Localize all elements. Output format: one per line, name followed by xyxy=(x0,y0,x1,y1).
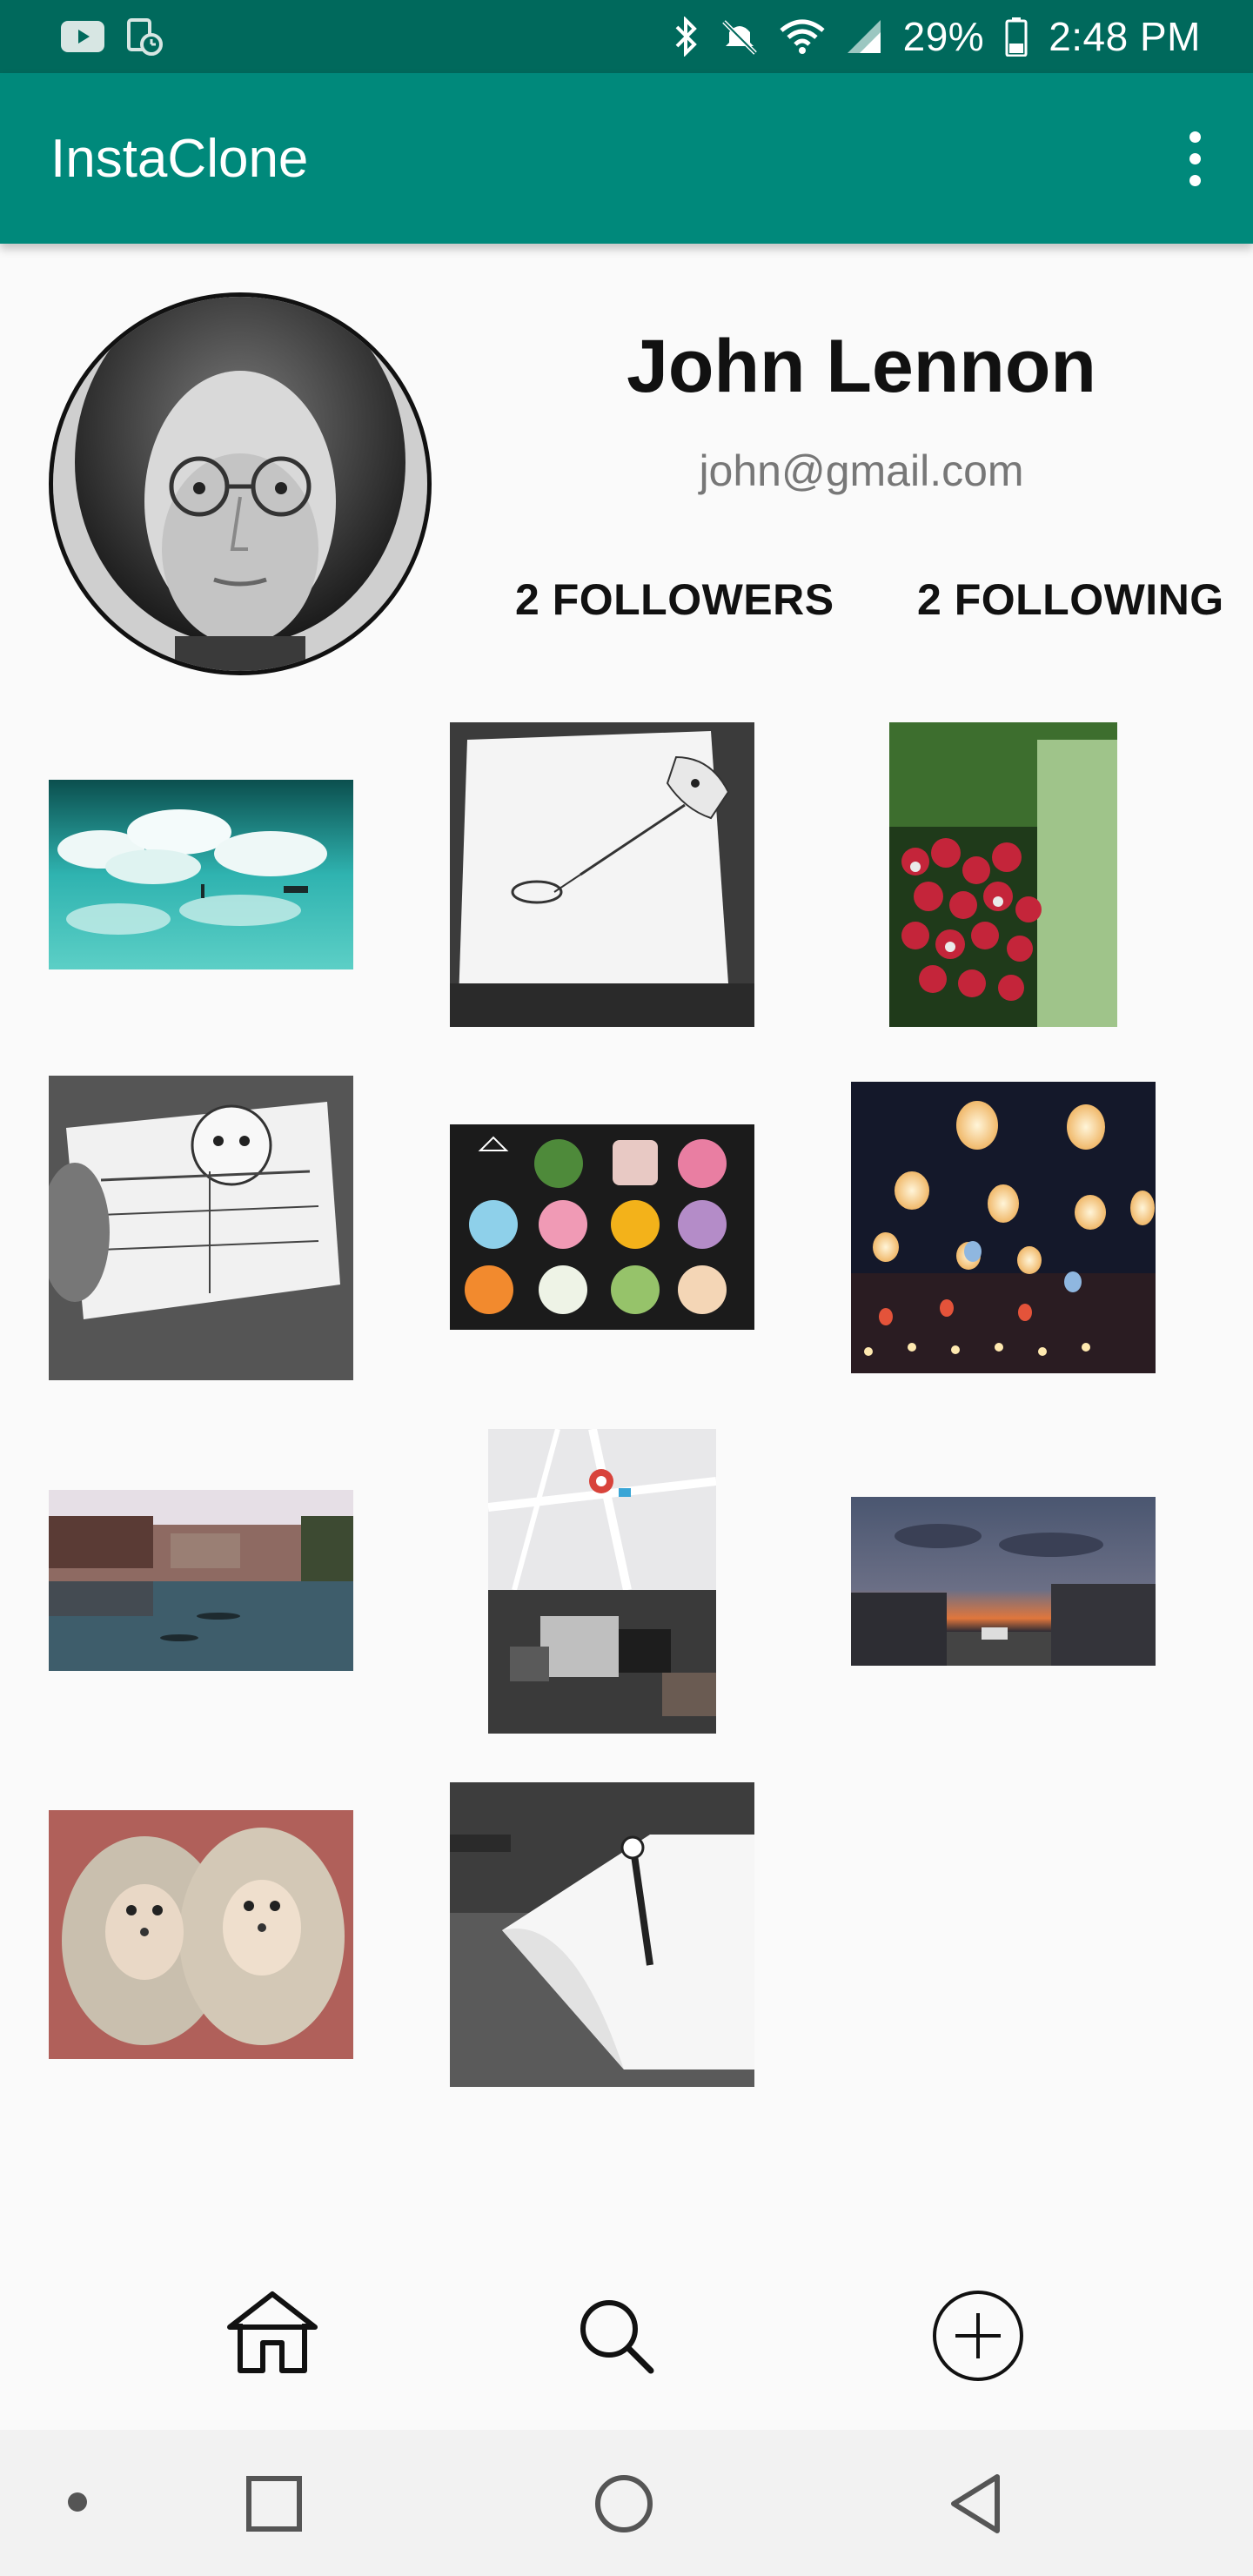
wifi-icon xyxy=(780,19,825,54)
recents-icon[interactable] xyxy=(245,2475,303,2532)
post-paper-fishing[interactable] xyxy=(450,722,754,1027)
status-bar: 29% 2:48 PM xyxy=(0,0,1253,73)
clock: 2:48 PM xyxy=(1049,14,1201,59)
post-sunset-street[interactable] xyxy=(851,1497,1156,1666)
status-right: 29% 2:48 PM xyxy=(673,13,1201,60)
post-lanterns[interactable] xyxy=(851,1082,1156,1373)
home-circle-icon[interactable] xyxy=(593,2473,654,2534)
following-count[interactable]: 2 FOLLOWING xyxy=(917,574,1224,625)
cellular-signal-icon xyxy=(847,20,881,53)
profile-email: john@gmail.com xyxy=(699,446,1024,495)
status-left xyxy=(61,17,164,56)
profile-name: John Lennon xyxy=(626,325,1096,408)
overflow-menu-icon[interactable] xyxy=(1166,111,1223,206)
bluetooth-icon xyxy=(675,17,697,57)
home-icon[interactable] xyxy=(224,2289,320,2376)
portrait-image xyxy=(53,297,427,671)
back-icon[interactable] xyxy=(947,2472,1004,2536)
post-paper-figure[interactable] xyxy=(450,1782,754,2087)
youtube-icon xyxy=(61,21,104,52)
avatar[interactable] xyxy=(49,292,432,675)
screen-time-icon xyxy=(127,18,163,56)
app-title: InstaClone xyxy=(50,128,309,189)
mute-icon xyxy=(721,20,757,55)
post-wagashi[interactable] xyxy=(450,1124,754,1330)
system-nav-bar xyxy=(0,2430,1253,2576)
search-icon[interactable] xyxy=(576,2296,656,2376)
add-post-icon[interactable] xyxy=(931,2289,1025,2383)
app-bar: InstaClone xyxy=(0,73,1253,244)
post-newspaper-sketch[interactable] xyxy=(49,1076,353,1380)
followers-count[interactable]: 2 FOLLOWERS xyxy=(515,574,834,625)
dot-icon[interactable] xyxy=(66,2491,89,2513)
battery-percent: 29% xyxy=(902,14,985,59)
post-map-crash[interactable] xyxy=(488,1429,716,1734)
post-river-town[interactable] xyxy=(49,1490,353,1671)
post-hedgehogs[interactable] xyxy=(49,1810,353,2059)
post-clouds[interactable] xyxy=(49,780,353,969)
battery-icon xyxy=(1005,17,1028,57)
post-radishes[interactable] xyxy=(889,722,1117,1027)
